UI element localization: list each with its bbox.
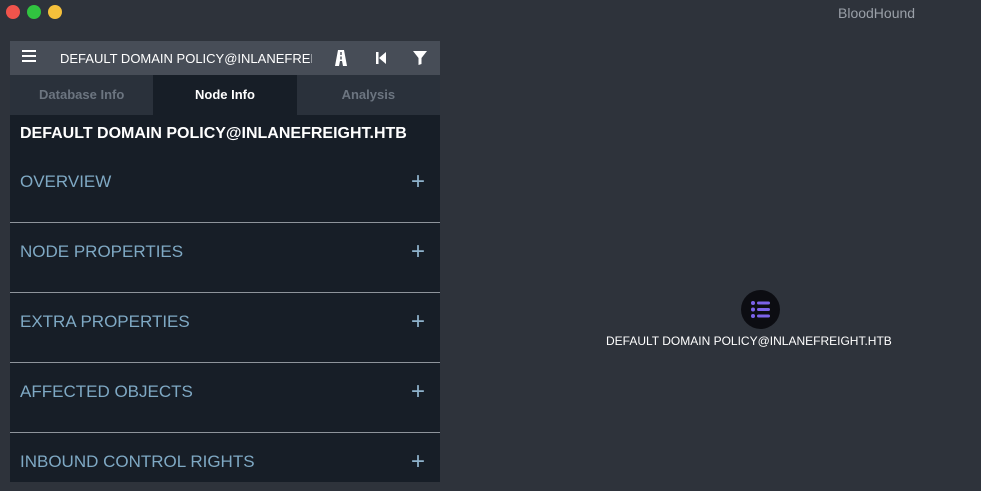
- graph-node-label: DEFAULT DOMAIN POLICY@INLANEFREIGHT.HTB: [606, 334, 892, 348]
- expand-plus-icon[interactable]: +: [411, 168, 425, 196]
- gpo-list-icon: [751, 301, 770, 318]
- section-label: OVERVIEW: [20, 172, 112, 191]
- section-label: INBOUND CONTROL RIGHTS: [20, 452, 255, 471]
- app-title: BloodHound: [838, 5, 916, 21]
- section-extra-properties[interactable]: EXTRA PROPERTIES +: [10, 308, 440, 382]
- expand-plus-icon[interactable]: +: [411, 448, 425, 476]
- tab-database-info[interactable]: Database Info: [10, 75, 153, 115]
- node-title: DEFAULT DOMAIN POLICY@INLANEFREIGHT.HTB: [20, 125, 407, 142]
- window-close-button[interactable]: [6, 5, 20, 19]
- tab-node-info[interactable]: Node Info: [153, 75, 297, 115]
- divider: [10, 292, 440, 293]
- section-inbound-control-rights[interactable]: INBOUND CONTROL RIGHTS +: [10, 448, 440, 482]
- step-back-icon[interactable]: [372, 49, 390, 67]
- side-panel: Database Info Node Info Analysis DEFAULT…: [10, 41, 440, 482]
- panel-tabs: Database Info Node Info Analysis: [10, 75, 440, 115]
- window-titlebar: BloodHound: [0, 0, 981, 25]
- window-minimize-button[interactable]: [27, 5, 41, 19]
- road-icon[interactable]: [332, 49, 350, 67]
- divider: [10, 362, 440, 363]
- tab-analysis[interactable]: Analysis: [297, 75, 440, 115]
- section-affected-objects[interactable]: AFFECTED OBJECTS +: [10, 378, 440, 452]
- expand-plus-icon[interactable]: +: [411, 308, 425, 336]
- section-label: AFFECTED OBJECTS: [20, 382, 193, 401]
- expand-plus-icon[interactable]: +: [411, 378, 425, 406]
- filter-icon[interactable]: [411, 49, 429, 67]
- divider: [10, 432, 440, 433]
- node-search-input[interactable]: [60, 48, 312, 68]
- divider: [10, 222, 440, 223]
- search-bar: [10, 41, 440, 75]
- section-label: NODE PROPERTIES: [20, 242, 184, 261]
- window-maximize-button[interactable]: [48, 5, 62, 19]
- section-node-properties[interactable]: NODE PROPERTIES +: [10, 238, 440, 312]
- graph-node-gpo[interactable]: [741, 290, 780, 329]
- section-label: EXTRA PROPERTIES: [20, 312, 190, 331]
- section-overview[interactable]: OVERVIEW +: [10, 168, 440, 242]
- expand-plus-icon[interactable]: +: [411, 238, 425, 266]
- hamburger-menu-icon[interactable]: [22, 50, 36, 64]
